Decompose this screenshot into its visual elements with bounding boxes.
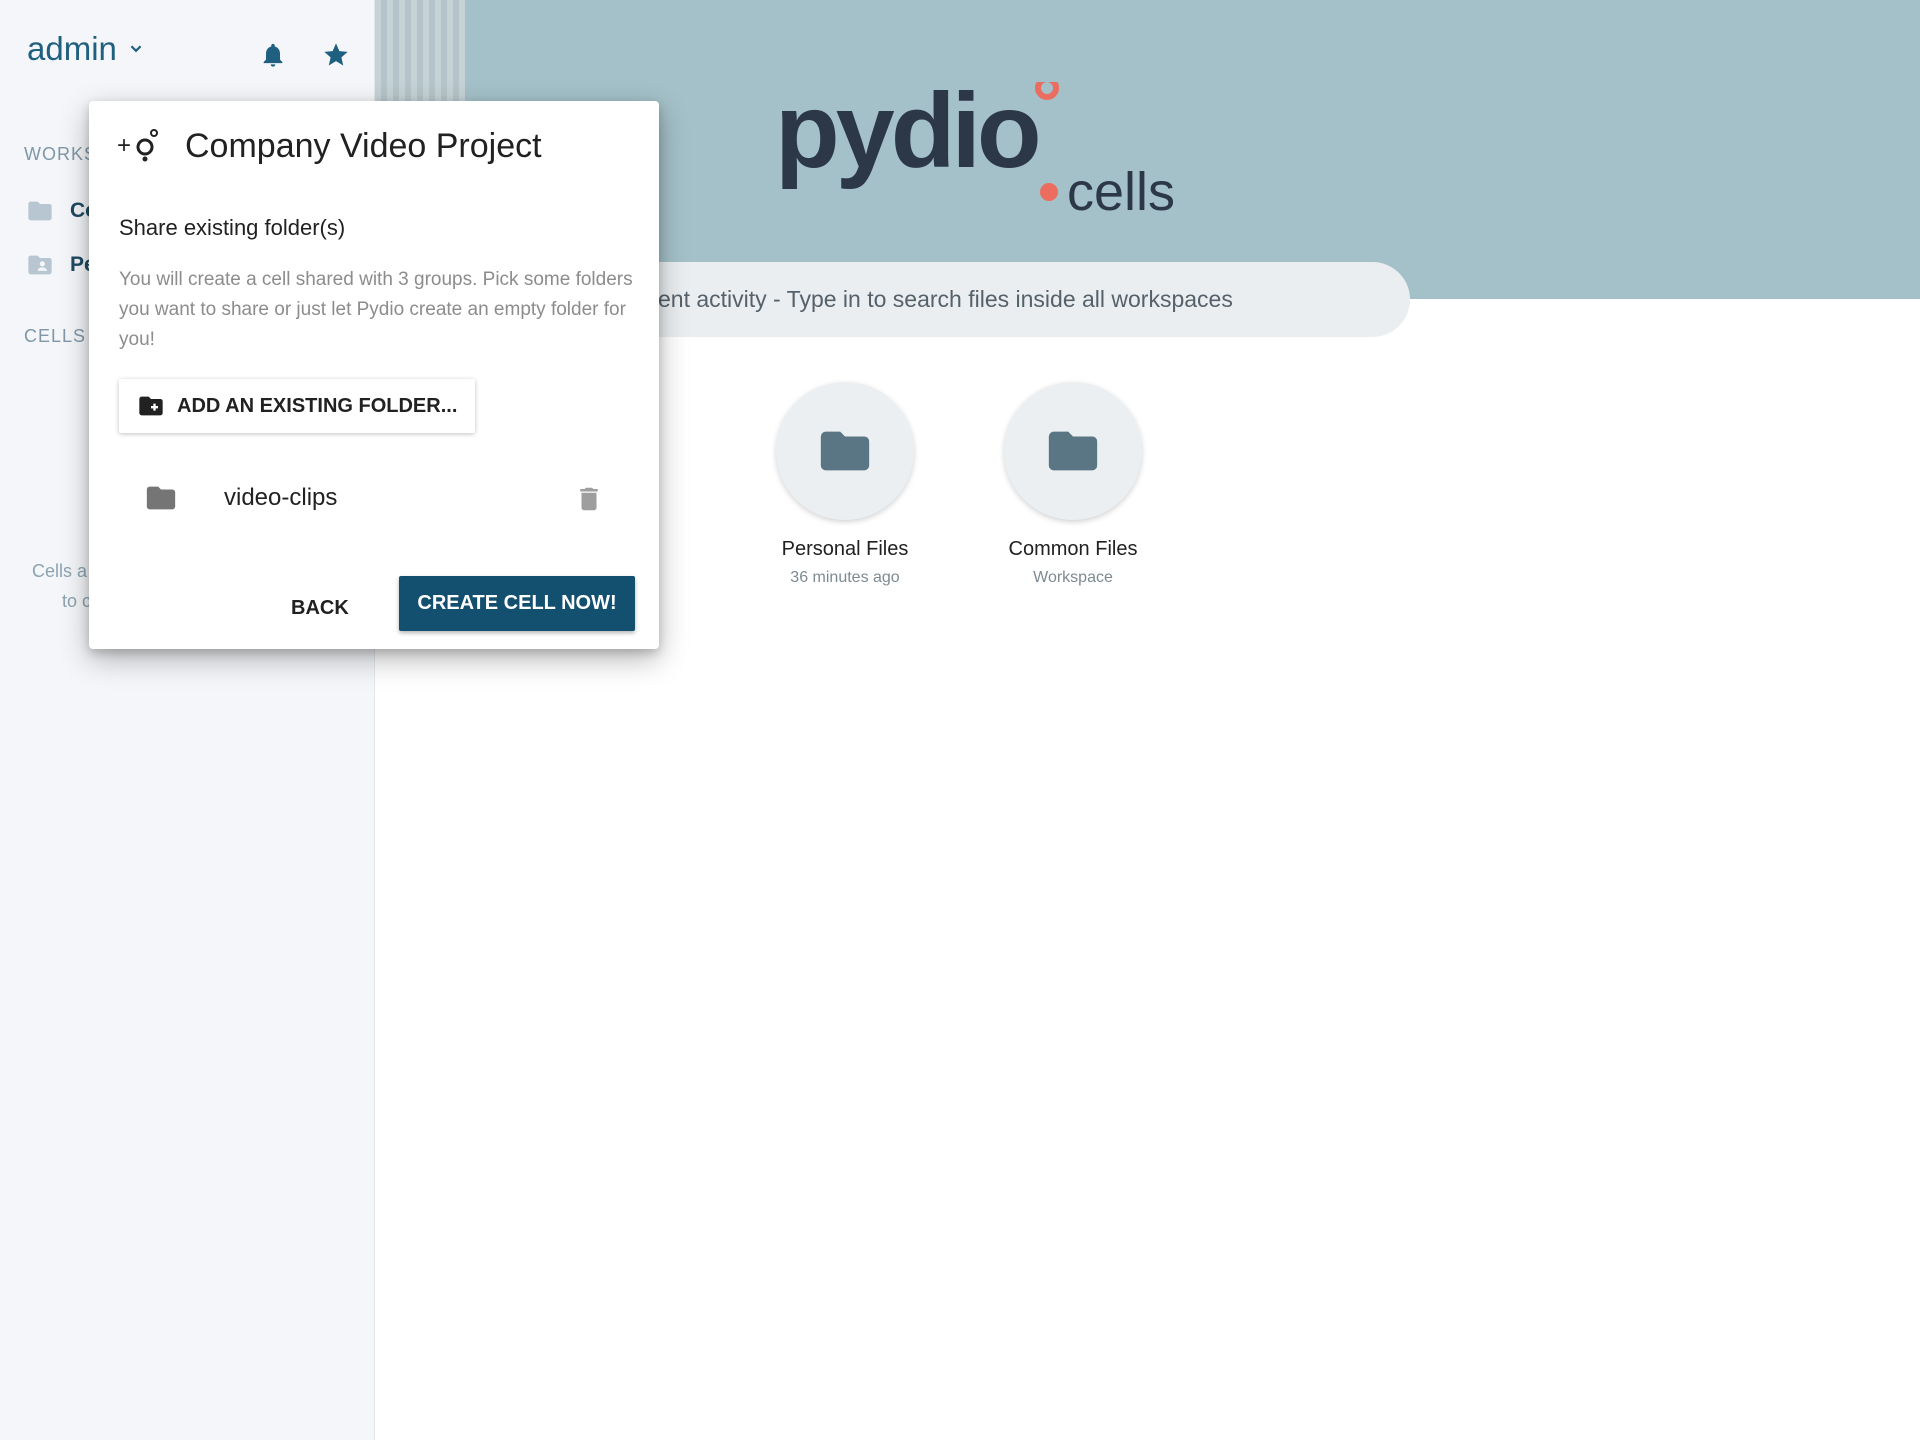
user-name: admin	[27, 30, 117, 67]
dialog-description: You will create a cell shared with 3 gro…	[119, 269, 633, 350]
workspace-tile-personal-files[interactable]: Personal Files 36 minutes ago	[735, 382, 955, 587]
folder-icon	[146, 486, 176, 510]
tile-subtitle: 36 minutes ago	[790, 569, 900, 586]
sidebar-item-common-files[interactable]: Co	[26, 197, 98, 225]
trash-icon[interactable]	[574, 483, 604, 515]
tile-title: Personal Files	[781, 538, 909, 560]
pydio-cells-logo: pydio cells	[775, 82, 1175, 222]
folder-add-icon	[139, 396, 163, 416]
workspaces-section-label: WORKS	[24, 144, 98, 164]
chevron-down-icon	[130, 45, 142, 53]
user-menu[interactable]: admin	[27, 30, 147, 68]
svg-text:+: +	[117, 132, 131, 159]
add-cell-icon: +	[117, 129, 158, 162]
add-existing-folder-button[interactable]: ADD AN EXISTING FOLDER...	[119, 379, 475, 433]
dialog-title: Company Video Project	[185, 127, 542, 165]
search-input[interactable]: ent activity - Type in to search files i…	[540, 262, 1410, 337]
tile-icon-circle	[1004, 382, 1142, 520]
add-existing-folder-label: ADD AN EXISTING FOLDER...	[177, 394, 458, 417]
logo-main-text: pydio	[775, 82, 1038, 190]
sidebar-item-personal-files[interactable]: Pe	[26, 251, 96, 279]
bell-icon[interactable]	[259, 41, 287, 69]
tile-subtitle: Workspace	[1033, 569, 1113, 586]
folder-icon	[28, 201, 52, 221]
list-item: video-clips	[144, 473, 604, 523]
cells-section-label: CELLS	[24, 326, 87, 346]
search-placeholder: ent activity - Type in to search files i…	[658, 286, 1233, 312]
person-folder-icon	[28, 255, 52, 275]
folder-icon	[820, 431, 870, 471]
dialog-subtitle: Share existing folder(s)	[119, 215, 346, 240]
back-button[interactable]: BACK	[281, 591, 359, 626]
create-cell-button[interactable]: CREATE CELL NOW!	[399, 576, 635, 631]
tile-icon-circle	[776, 382, 914, 520]
logo-sub-text: cells	[1067, 162, 1175, 222]
tile-title: Common Files	[1008, 538, 1138, 560]
star-icon[interactable]	[322, 41, 350, 69]
create-cell-dialog: + Company Video Project Share existing f…	[89, 101, 659, 649]
workspace-tile-common-files[interactable]: Common Files Workspace	[963, 382, 1183, 587]
folder-icon	[1048, 431, 1098, 471]
folder-name: video-clips	[224, 484, 338, 511]
